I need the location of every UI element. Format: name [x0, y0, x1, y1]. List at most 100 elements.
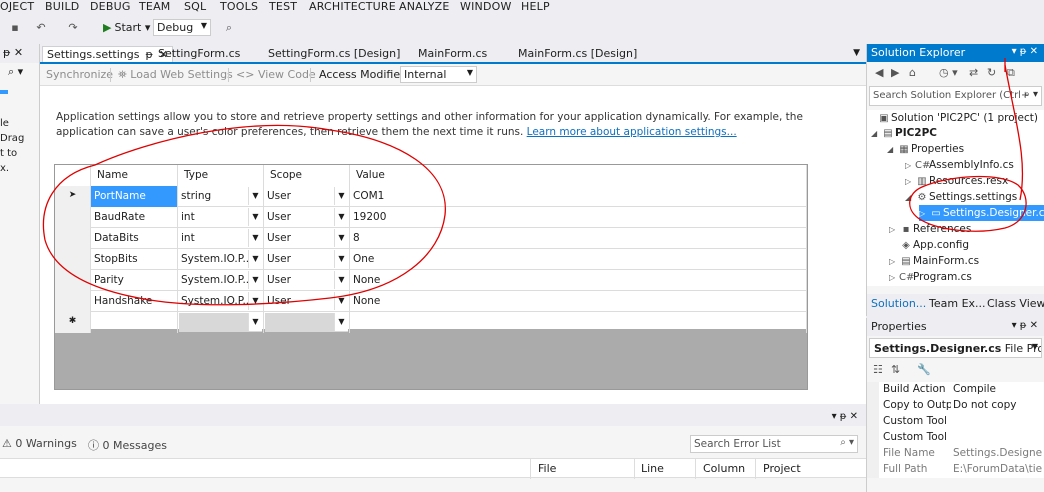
- back-icon[interactable]: ◀: [875, 66, 883, 79]
- tree-node-references[interactable]: ▷ ▪ References: [889, 221, 971, 237]
- property-row[interactable]: File NameSettings.Designer.cs: [867, 446, 1044, 462]
- tree-node-resources[interactable]: ▷ ▥ Resources.resx: [905, 173, 1008, 189]
- redo-icon[interactable]: ↷: [66, 21, 80, 35]
- column-header-line[interactable]: Line: [641, 462, 664, 475]
- collapse-icon[interactable]: ◢: [871, 126, 881, 142]
- chevron-down-icon[interactable]: ▼: [248, 292, 262, 310]
- load-web-settings-button[interactable]: ⛯ Load Web Settings: [118, 68, 233, 82]
- setting-name-cell[interactable]: Handshake: [91, 291, 178, 312]
- setting-name-cell[interactable]: PortName: [91, 186, 178, 207]
- collapse-icon[interactable]: ◢: [887, 142, 897, 158]
- learn-more-link[interactable]: Learn more about application settings...: [527, 126, 737, 138]
- setting-value-cell[interactable]: None: [350, 291, 807, 312]
- setting-scope-cell[interactable]: User ▼: [264, 228, 350, 249]
- tree-node-program[interactable]: ▷ C#Program.cs: [889, 269, 972, 285]
- menu-window[interactable]: WINDOW: [460, 0, 512, 13]
- setting-value-cell[interactable]: 19200: [350, 207, 807, 228]
- sync-icon[interactable]: ⇄: [969, 66, 978, 79]
- chevron-down-icon[interactable]: ▼: [248, 187, 262, 205]
- menu-project[interactable]: OJECT: [0, 0, 34, 13]
- collapse-icon[interactable]: ◢: [905, 190, 915, 206]
- messages-filter-button[interactable]: ⓘ 0 Messages: [88, 437, 167, 453]
- panel-window-buttons-icon[interactable]: ▾ ᵽ ✕: [1012, 320, 1038, 331]
- tab-team-explorer[interactable]: Team Ex...: [929, 297, 986, 310]
- solution-explorer-search[interactable]: Search Solution Explorer (Ctrl+ ⌕ ▾: [869, 86, 1042, 106]
- setting-scope-cell[interactable]: User ▼: [264, 291, 350, 312]
- tree-node-settings-designer[interactable]: ▷ ▭ Settings.Designer.cs: [919, 205, 1044, 221]
- column-header-file[interactable]: File: [538, 462, 556, 475]
- chevron-down-icon[interactable]: ▼: [334, 292, 348, 310]
- menu-debug[interactable]: DEBUG: [90, 0, 131, 13]
- setting-type-cell[interactable]: int ▼: [178, 207, 264, 228]
- column-header-column[interactable]: Column: [703, 462, 745, 475]
- chevron-down-icon[interactable]: ▼: [248, 313, 262, 331]
- expand-icon[interactable]: ▷: [905, 174, 915, 190]
- toolbox-search[interactable]: ⌕ ▾: [0, 63, 39, 81]
- chevron-down-icon[interactable]: ▼: [334, 271, 348, 289]
- setting-type-cell[interactable]: System.IO.P... ▼: [178, 291, 264, 312]
- panel-window-buttons-icon[interactable]: ▾ ᵽ ✕: [832, 411, 858, 422]
- expand-icon[interactable]: ▷: [889, 270, 899, 286]
- setting-scope-cell[interactable]: User ▼: [264, 186, 350, 207]
- history-icon[interactable]: ◷ ▾: [939, 66, 958, 79]
- chevron-down-icon[interactable]: ▼: [334, 187, 348, 205]
- setting-scope-cell[interactable]: User ▼: [264, 270, 350, 291]
- menu-tools[interactable]: TOOLS: [220, 0, 258, 13]
- panel-window-buttons-icon[interactable]: ▾ ᵽ ✕: [1012, 46, 1038, 57]
- categorized-icon[interactable]: ☷: [873, 363, 883, 376]
- chevron-down-icon[interactable]: ▼: [334, 208, 348, 226]
- pin-icon[interactable]: ᵽ: [145, 48, 152, 61]
- setting-type-cell[interactable]: string ▼: [178, 186, 264, 207]
- expand-icon[interactable]: ▷: [905, 158, 915, 174]
- tree-node-properties[interactable]: ◢ ▦ Properties: [887, 141, 964, 157]
- setting-type-cell[interactable]: System.IO.P... ▼: [178, 249, 264, 270]
- tree-node-assemblyinfo[interactable]: ▷ C#AssemblyInfo.cs: [905, 157, 1014, 173]
- synchronize-button[interactable]: Synchronize: [46, 68, 113, 81]
- property-row[interactable]: Full Path E:\ForumData\tien: [867, 462, 1044, 478]
- property-row[interactable]: Custom Tool N: [867, 430, 1044, 446]
- tab-solution-explorer[interactable]: Solution...: [871, 297, 926, 310]
- start-debugging-button[interactable]: ▶ Start ▾: [103, 21, 150, 34]
- tab-overflow-icon[interactable]: ▼: [853, 48, 860, 58]
- access-modifier-select[interactable]: Internal ▼: [400, 66, 477, 83]
- tree-node-solution[interactable]: ▣ Solution 'PIC2PC' (1 project): [877, 110, 1038, 126]
- column-header-value[interactable]: Value: [350, 165, 807, 186]
- tab-class-view[interactable]: Class View: [987, 297, 1044, 310]
- home-icon[interactable]: ⌂: [909, 66, 916, 79]
- setting-scope-cell[interactable]: User ▼: [264, 249, 350, 270]
- tree-node-project[interactable]: ◢ ▤ PIC2PC: [871, 125, 937, 141]
- expand-icon[interactable]: ▷: [889, 222, 899, 238]
- expand-icon[interactable]: ▷: [919, 206, 929, 222]
- setting-name-cell[interactable]: StopBits: [91, 249, 178, 270]
- setting-type-cell[interactable]: int ▼: [178, 228, 264, 249]
- property-row[interactable]: Build Action Compile: [867, 382, 1044, 398]
- wrench-icon[interactable]: 🔧: [917, 363, 931, 376]
- search-error-list-input[interactable]: Search Error List ⌕ ▾: [690, 435, 858, 453]
- column-header-type[interactable]: Type: [178, 165, 264, 186]
- setting-value-cell[interactable]: None: [350, 270, 807, 291]
- tab-mainform-cs[interactable]: MainForm.cs: [414, 46, 491, 62]
- chevron-down-icon[interactable]: ▼: [334, 250, 348, 268]
- chevron-down-icon[interactable]: ▼: [248, 229, 262, 247]
- properties-object-select[interactable]: Settings.Designer.cs File Propert▼: [869, 338, 1042, 358]
- property-row[interactable]: Custom Tool: [867, 414, 1044, 430]
- chevron-down-icon[interactable]: ▼: [334, 313, 348, 331]
- menu-team[interactable]: TEAM: [139, 0, 171, 13]
- chevron-down-icon[interactable]: ▼: [248, 271, 262, 289]
- view-code-button[interactable]: <> View Code: [236, 68, 316, 81]
- property-row[interactable]: Copy to OutputDo not copy: [867, 398, 1044, 414]
- column-header-project[interactable]: Project: [763, 462, 801, 475]
- chevron-down-icon[interactable]: ▼: [248, 208, 262, 226]
- setting-value-cell[interactable]: COM1: [350, 186, 807, 207]
- tree-node-mainform[interactable]: ▷ ▤ MainForm.cs: [889, 253, 979, 269]
- tree-node-app-config[interactable]: ◈ App.config: [899, 237, 969, 253]
- menu-test[interactable]: TEST: [269, 0, 297, 13]
- menu-sql[interactable]: SQL: [184, 0, 206, 13]
- tab-mainform-design[interactable]: MainForm.cs [Design]: [514, 46, 641, 62]
- setting-value-cell[interactable]: One: [350, 249, 807, 270]
- warnings-filter-button[interactable]: ⚠ 0 Warnings: [2, 437, 77, 450]
- menu-analyze[interactable]: ANALYZE: [399, 0, 450, 13]
- expand-icon[interactable]: ▷: [889, 254, 899, 270]
- menu-architecture[interactable]: ARCHITECTURE: [309, 0, 396, 13]
- solution-configuration-select[interactable]: Debug ▼: [153, 19, 211, 36]
